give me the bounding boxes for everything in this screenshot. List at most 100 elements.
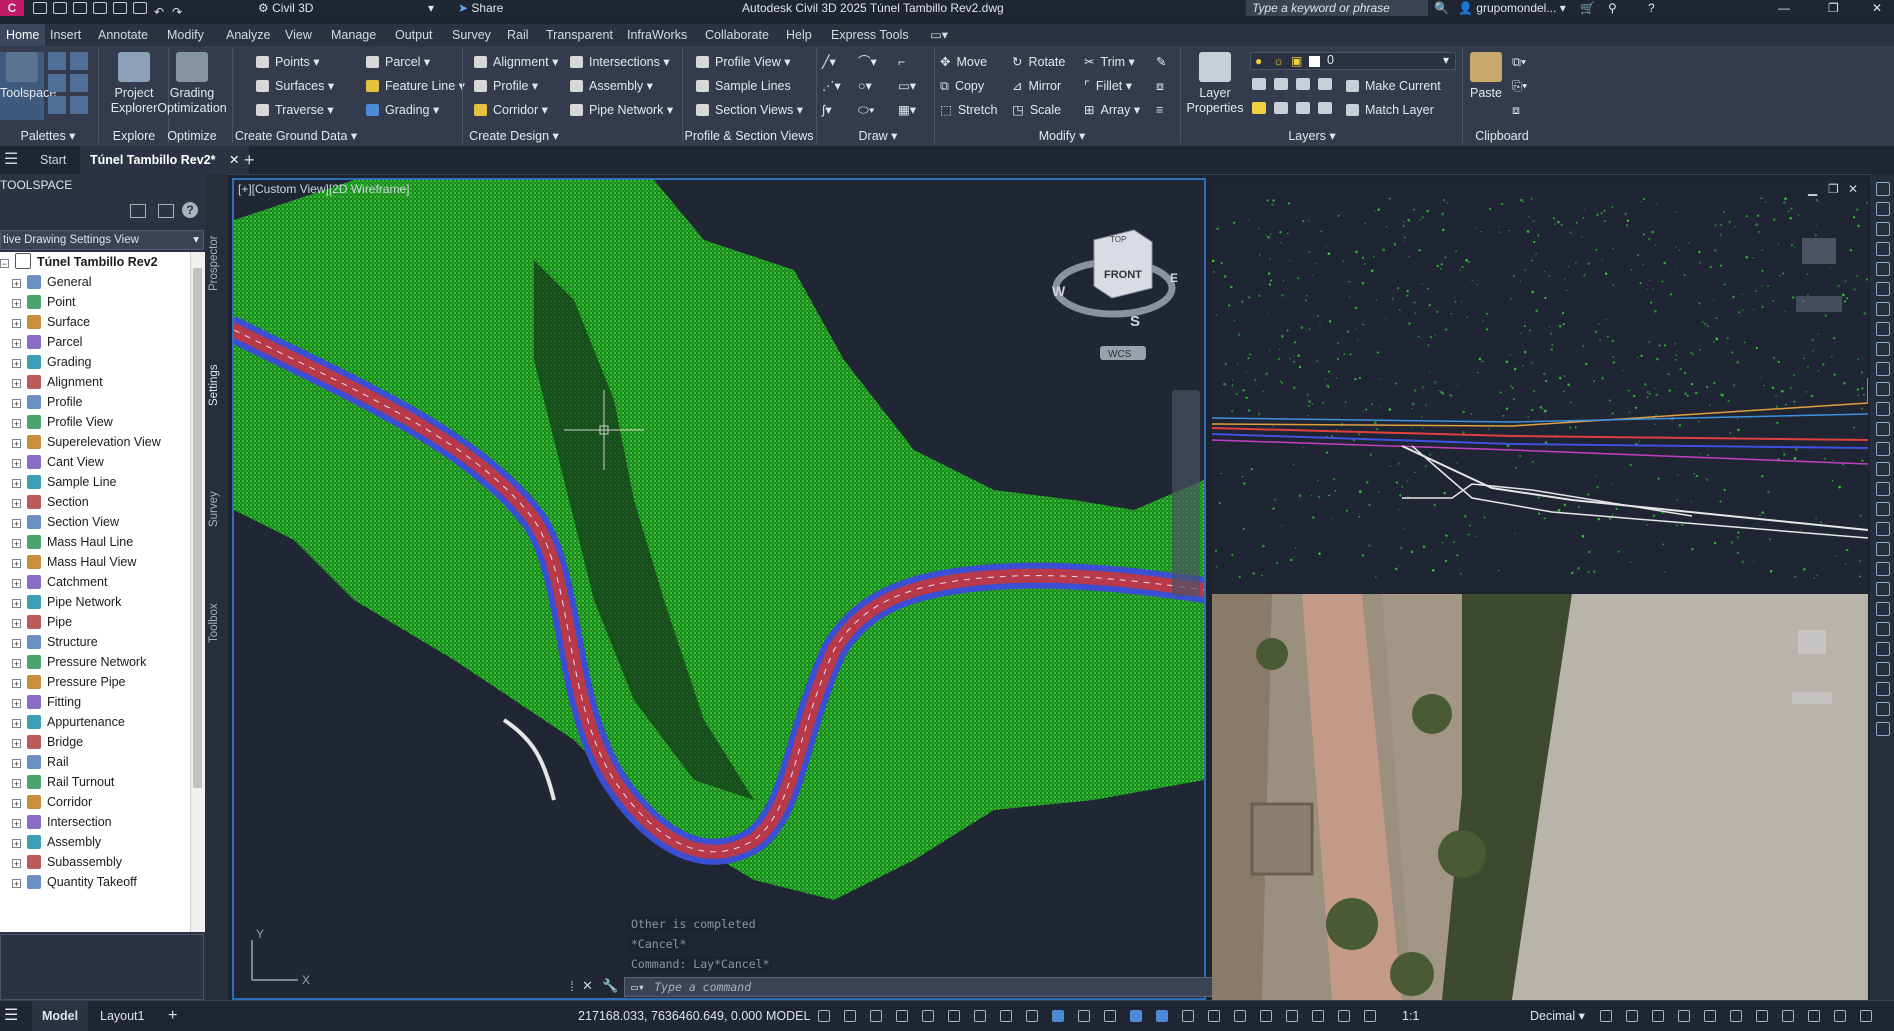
- status-toggle-icon[interactable]: [1626, 1010, 1638, 1022]
- palette-icon[interactable]: [48, 96, 66, 114]
- new-file-icon[interactable]: [33, 2, 47, 14]
- tool-palette-icon[interactable]: [1876, 462, 1890, 476]
- tree-root[interactable]: − Túnel Tambillo Rev2: [0, 252, 158, 272]
- aerial-image-viewport[interactable]: [1212, 594, 1868, 1000]
- close-command-icon[interactable]: ✕: [582, 978, 593, 994]
- expand-icon[interactable]: +: [12, 679, 21, 689]
- tool-palette-icon[interactable]: [1876, 602, 1890, 616]
- close-tab-icon[interactable]: ✕: [229, 153, 239, 167]
- section-views-button[interactable]: Section Views ▾: [696, 102, 803, 118]
- palette-icon[interactable]: [70, 96, 88, 114]
- status-toggle-icon[interactable]: [1312, 1010, 1324, 1022]
- layer-tool-icon[interactable]: [1296, 102, 1310, 114]
- status-toggle-icon[interactable]: [1704, 1010, 1716, 1022]
- tool-palette-icon[interactable]: [1876, 682, 1890, 696]
- tool-palette-icon[interactable]: [1876, 342, 1890, 356]
- tool-palette-icon[interactable]: [1876, 622, 1890, 636]
- layer-dropdown[interactable]: ● ☼ ▣ 0 ▾: [1250, 52, 1456, 70]
- expand-icon[interactable]: +: [12, 839, 21, 849]
- ellipse-icon[interactable]: ⬭▾: [858, 102, 875, 118]
- expand-icon[interactable]: +: [12, 879, 21, 889]
- layer-tool-icon[interactable]: [1318, 78, 1332, 90]
- line-icon[interactable]: ╱▾: [822, 54, 836, 70]
- expand-icon[interactable]: +: [12, 459, 21, 469]
- palette-icon[interactable]: [48, 52, 66, 70]
- palette-icon[interactable]: [70, 74, 88, 92]
- compass-east[interactable]: E: [1170, 271, 1178, 285]
- save-as-icon[interactable]: [93, 2, 107, 14]
- tree-item-mass-haul-view[interactable]: + Mass Haul View: [0, 552, 136, 572]
- tool-palette-icon[interactable]: [1876, 182, 1890, 196]
- share-button[interactable]: ➤ Share: [458, 0, 503, 16]
- compass-west[interactable]: W: [1052, 283, 1066, 299]
- corridor-button[interactable]: Corridor ▾: [474, 102, 548, 118]
- status-toggle-icon[interactable]: [818, 1010, 830, 1022]
- expand-icon[interactable]: +: [12, 519, 21, 529]
- status-toggle-icon[interactable]: [1182, 1010, 1194, 1022]
- tool-palette-icon[interactable]: [1876, 382, 1890, 396]
- sample-lines-button[interactable]: Sample Lines: [696, 78, 791, 94]
- tree-item-sample-line[interactable]: + Sample Line: [0, 472, 117, 492]
- cut-icon[interactable]: ⧉▾: [1512, 54, 1526, 70]
- toolspace-option-icon[interactable]: [130, 204, 146, 218]
- command-line-grip[interactable]: ⁞: [570, 978, 574, 994]
- expand-icon[interactable]: +: [12, 599, 21, 609]
- status-toggle-icon[interactable]: [922, 1010, 934, 1022]
- status-toggle-icon[interactable]: [1078, 1010, 1090, 1022]
- tree-item-assembly[interactable]: + Assembly: [0, 832, 101, 852]
- tool-palette-icon[interactable]: [1876, 402, 1890, 416]
- status-toggle-icon[interactable]: [1000, 1010, 1012, 1022]
- secondary-viewport-3d[interactable]: ▁ ❐ ✕: [1212, 178, 1868, 592]
- tool-palette-icon[interactable]: [1876, 522, 1890, 536]
- cart-icon[interactable]: 🛒: [1580, 0, 1595, 16]
- restore-button[interactable]: ❐: [1828, 0, 1839, 16]
- offset-icon[interactable]: ≡: [1156, 102, 1163, 118]
- tab-settings[interactable]: Settings: [208, 350, 226, 420]
- model-space-toggle[interactable]: MODEL: [766, 1001, 810, 1031]
- tree-item-profile-view[interactable]: + Profile View: [0, 412, 113, 432]
- tree-item-pressure-pipe[interactable]: + Pressure Pipe: [0, 672, 126, 692]
- tool-palette-icon[interactable]: [1876, 222, 1890, 236]
- status-toggle-icon[interactable]: [1104, 1010, 1116, 1022]
- tool-palette-icon[interactable]: [1876, 422, 1890, 436]
- app-menu-button[interactable]: C: [0, 0, 24, 16]
- tab-manage[interactable]: Manage: [331, 24, 376, 46]
- expand-icon[interactable]: +: [12, 739, 21, 749]
- expand-icon[interactable]: +: [12, 419, 21, 429]
- tool-palette-icon[interactable]: [1876, 722, 1890, 736]
- status-toggle-icon[interactable]: [844, 1010, 856, 1022]
- status-toggle-icon[interactable]: [1286, 1010, 1298, 1022]
- close-window-button[interactable]: ✕: [1872, 0, 1882, 16]
- tab-view[interactable]: View: [285, 24, 312, 46]
- panel-layers[interactable]: Layers ▾: [1262, 126, 1362, 146]
- tree-item-rail[interactable]: + Rail: [0, 752, 69, 772]
- status-toggle-icon[interactable]: [1678, 1010, 1690, 1022]
- tab-analyze[interactable]: Analyze: [226, 24, 270, 46]
- close-viewport-icon[interactable]: ✕: [1848, 182, 1858, 196]
- status-toggle-icon[interactable]: [1338, 1010, 1350, 1022]
- status-toggle-icon[interactable]: [870, 1010, 882, 1022]
- tool-palette-icon[interactable]: [1876, 642, 1890, 656]
- viewcube-ghost[interactable]: [1802, 238, 1836, 264]
- tool-palette-icon[interactable]: [1876, 322, 1890, 336]
- main-viewport[interactable]: TOP FRONT W E S WCS Y X [+][Custom View]…: [232, 178, 1206, 1000]
- expand-icon[interactable]: +: [12, 359, 21, 369]
- tool-palette-icon[interactable]: [1876, 262, 1890, 276]
- tab-toolbox[interactable]: Toolbox: [208, 588, 226, 658]
- panel-palettes[interactable]: Palettes ▾: [0, 126, 96, 146]
- rectangle-icon[interactable]: ▭▾: [898, 78, 916, 94]
- status-toggle-icon[interactable]: [1808, 1010, 1820, 1022]
- tree-item-corridor[interactable]: + Corridor: [0, 792, 92, 812]
- alignment-button[interactable]: Alignment ▾: [474, 54, 558, 70]
- minimize-viewport-icon[interactable]: ▁: [1808, 182, 1817, 196]
- layer-tool-icon[interactable]: [1296, 78, 1310, 90]
- scale-button[interactable]: ◳ Scale: [1012, 102, 1061, 118]
- redo-icon[interactable]: ↷: [172, 5, 182, 19]
- status-toggle-icon[interactable]: [1130, 1010, 1142, 1022]
- copy-button[interactable]: ⧉ Copy: [940, 78, 984, 94]
- tree-item-grading[interactable]: + Grading: [0, 352, 91, 372]
- fillet-button[interactable]: ⌜ Fillet ▾: [1084, 78, 1132, 94]
- status-toggle-icon[interactable]: [1600, 1010, 1612, 1022]
- toolspace-option-icon[interactable]: [158, 204, 174, 218]
- points-button[interactable]: Points ▾: [256, 54, 320, 70]
